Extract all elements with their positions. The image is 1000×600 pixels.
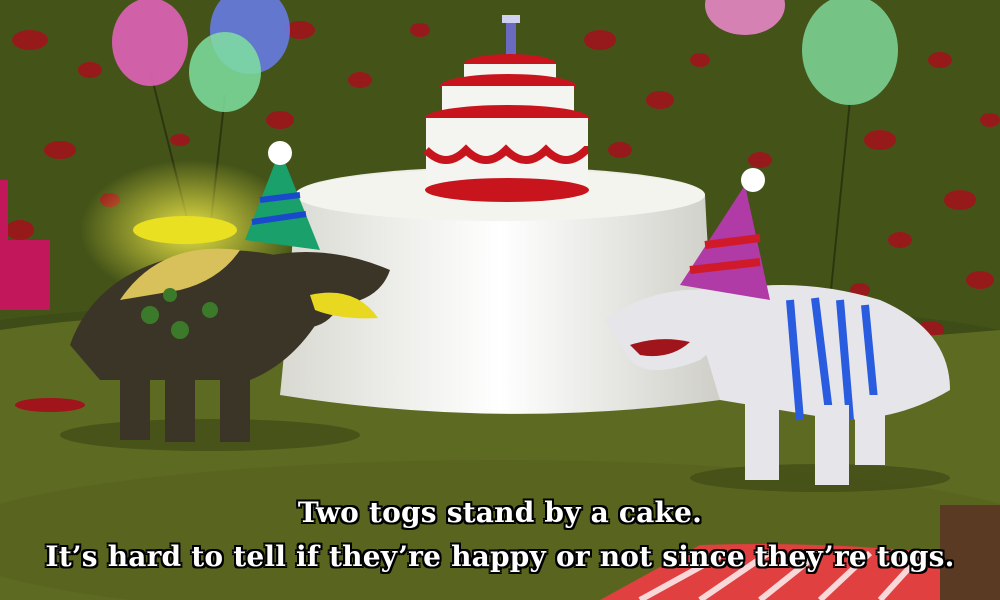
caption-line-1: Two togs stand by a cake. [297,496,703,529]
caption-line-2: It’s hard to tell if they’re happy or no… [45,540,955,573]
game-scene: Two togs stand by a cake. It’s hard to t… [0,0,1000,600]
